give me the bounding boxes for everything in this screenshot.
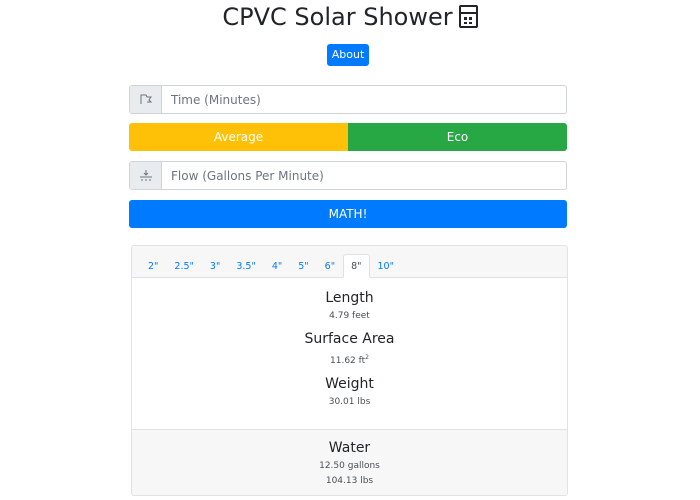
time-input-group	[129, 85, 567, 114]
about-button[interactable]: About	[327, 44, 369, 66]
water-flow-icon	[130, 162, 162, 189]
tab-3-5in[interactable]: 3.5"	[228, 254, 263, 278]
pipe-size-tabs: 2" 2.5" 3" 3.5" 4" 5" 6" 8" 10"	[132, 246, 567, 278]
tab-3in[interactable]: 3"	[202, 254, 228, 278]
tab-5in[interactable]: 5"	[290, 254, 316, 278]
page-title: CPVC Solar Shower	[0, 2, 700, 32]
water-title: Water	[328, 440, 371, 456]
flow-input[interactable]	[162, 162, 566, 189]
mode-toggle: Average Eco	[129, 123, 567, 151]
tab-2in[interactable]: 2"	[140, 254, 166, 278]
water-lbs: 104.13 lbs	[325, 476, 374, 486]
tab-4in[interactable]: 4"	[264, 254, 290, 278]
surface-area-exponent: 2	[365, 354, 369, 361]
page-title-text: CPVC Solar Shower	[222, 3, 453, 31]
tab-10in[interactable]: 10"	[370, 254, 402, 278]
water-gallons: 12.50 gallons	[319, 461, 380, 471]
mode-average-button[interactable]: Average	[129, 123, 348, 151]
surface-area-value: 11.62 ft2	[132, 351, 567, 368]
flow-input-group	[129, 161, 567, 190]
calculator-icon	[458, 5, 478, 28]
mode-eco-button[interactable]: Eco	[348, 123, 567, 151]
surface-area-title: Surface Area	[304, 331, 395, 347]
surface-area-number: 11.62 ft	[330, 356, 366, 366]
results-card: 2" 2.5" 3" 3.5" 4" 5" 6" 8" 10" Length 4…	[131, 245, 568, 496]
length-title: Length	[325, 290, 374, 306]
length-value: 4.79 feet	[329, 311, 370, 321]
weight-title: Weight	[325, 376, 374, 392]
water-footer: Water 12.50 gallons 104.13 lbs	[132, 429, 567, 495]
tab-2-5in[interactable]: 2.5"	[166, 254, 201, 278]
results-body: Length 4.79 feet Surface Area 11.62 ft2 …	[132, 278, 567, 429]
time-input[interactable]	[162, 86, 566, 113]
tab-6in[interactable]: 6"	[317, 254, 343, 278]
weight-value: 30.01 lbs	[328, 397, 371, 407]
hourglass-flag-icon	[130, 86, 162, 113]
tab-8in[interactable]: 8"	[343, 254, 370, 278]
math-submit-button[interactable]: MATH!	[129, 200, 567, 228]
